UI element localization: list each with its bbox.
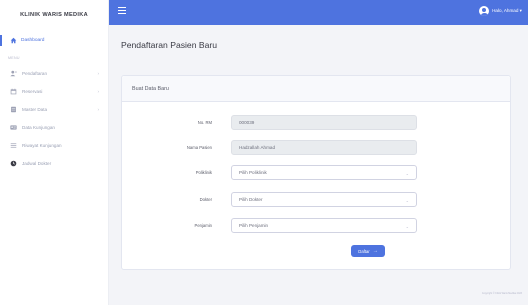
poliklinik-select[interactable]: Pilih Poliklinik ⌄ — [231, 165, 417, 180]
sidebar-item-label: Pendaftaran — [22, 70, 48, 76]
sidebar-item-riwayat-kunjungan[interactable]: Riwayat Kunjungan — [0, 140, 109, 150]
penjamin-selected: Pilih Penjamin — [239, 223, 269, 228]
daftar-button[interactable]: Daftar → — [351, 245, 385, 257]
chevron-down-icon: ⌄ — [405, 198, 409, 203]
topbar — [109, 0, 528, 25]
form-card: Buat Data Baru No. RM 000039 Nama Pasien… — [121, 75, 511, 270]
nama-pasien-value: Hadzallah Ahmad — [239, 145, 276, 150]
poliklinik-selected: Pilih Poliklinik — [239, 170, 267, 175]
no-rm-value: 000039 — [239, 120, 255, 125]
chevron-down-icon: ⌄ — [405, 224, 409, 229]
database-icon — [10, 106, 17, 113]
list-icon — [10, 142, 17, 149]
sidebar-item-data-kunjungan[interactable]: Data Kunjungan — [0, 122, 109, 132]
card-title: Buat Data Baru — [132, 85, 169, 92]
home-icon — [10, 37, 17, 44]
nama-pasien-label: Nama Pasien — [186, 145, 212, 150]
sidebar: KLINIK WARIS MEDIKA Dashboard MENU Penda… — [0, 0, 109, 305]
sidebar-item-jadwal-dokter[interactable]: Jadwal Dokter — [0, 158, 109, 168]
no-rm-label: No. RM — [197, 120, 212, 125]
id-card-icon — [10, 124, 17, 131]
footer-copyright: Copyright © Klinik Waris Medika 2023 — [481, 292, 522, 295]
sidebar-item-reservasi[interactable]: Reservasi › — [0, 86, 109, 96]
sidebar-item-label: Master Data — [22, 106, 48, 112]
no-rm-field: 000039 — [231, 115, 417, 130]
nama-pasien-field: Hadzallah Ahmad — [231, 140, 417, 155]
daftar-button-label: Daftar — [358, 248, 370, 254]
dokter-label: Dokter — [199, 197, 212, 202]
sidebar-item-label: Jadwal Dokter — [22, 160, 52, 166]
sidebar-item-label: Dashboard — [21, 38, 45, 43]
brand-title[interactable]: KLINIK WARIS MEDIKA — [0, 0, 108, 30]
arrow-right-icon: → — [372, 248, 378, 254]
dokter-select[interactable]: Pilih Dokter ⌄ — [231, 192, 417, 207]
calendar-icon — [10, 88, 17, 95]
sidebar-item-label: Reservasi — [22, 88, 43, 94]
clock-icon — [10, 160, 17, 167]
card-header: Buat Data Baru — [122, 76, 510, 102]
avatar — [479, 6, 490, 16]
penjamin-select[interactable]: Pilih Penjamin ⌄ — [231, 218, 417, 233]
sidebar-item-label: Data Kunjungan — [22, 124, 55, 130]
chevron-right-icon: › — [97, 70, 100, 76]
active-indicator — [0, 35, 2, 46]
dokter-selected: Pilih Dokter — [239, 197, 263, 202]
sidebar-item-master-data[interactable]: Master Data › — [0, 104, 109, 114]
user-name: Halo, Ahmad ▾ — [492, 8, 522, 13]
sidebar-item-dashboard[interactable]: Dashboard — [0, 35, 109, 46]
page-title: Pendaftaran Pasien Baru — [121, 40, 218, 50]
poliklinik-label: Poliklinik — [195, 170, 212, 175]
sidebar-item-label: Riwayat Kunjungan — [22, 142, 62, 148]
sidebar-item-pendaftaran[interactable]: Pendaftaran › — [0, 68, 109, 78]
penjamin-label: Penjamin — [194, 223, 212, 228]
user-plus-icon — [10, 70, 17, 77]
chevron-down-icon: ⌄ — [405, 171, 409, 176]
chevron-right-icon: › — [97, 88, 100, 94]
user-menu[interactable]: Halo, Ahmad ▾ — [479, 5, 522, 17]
chevron-right-icon: › — [97, 106, 100, 112]
menu-toggle-icon[interactable] — [118, 7, 126, 14]
sidebar-section-label: MENU — [8, 56, 20, 60]
